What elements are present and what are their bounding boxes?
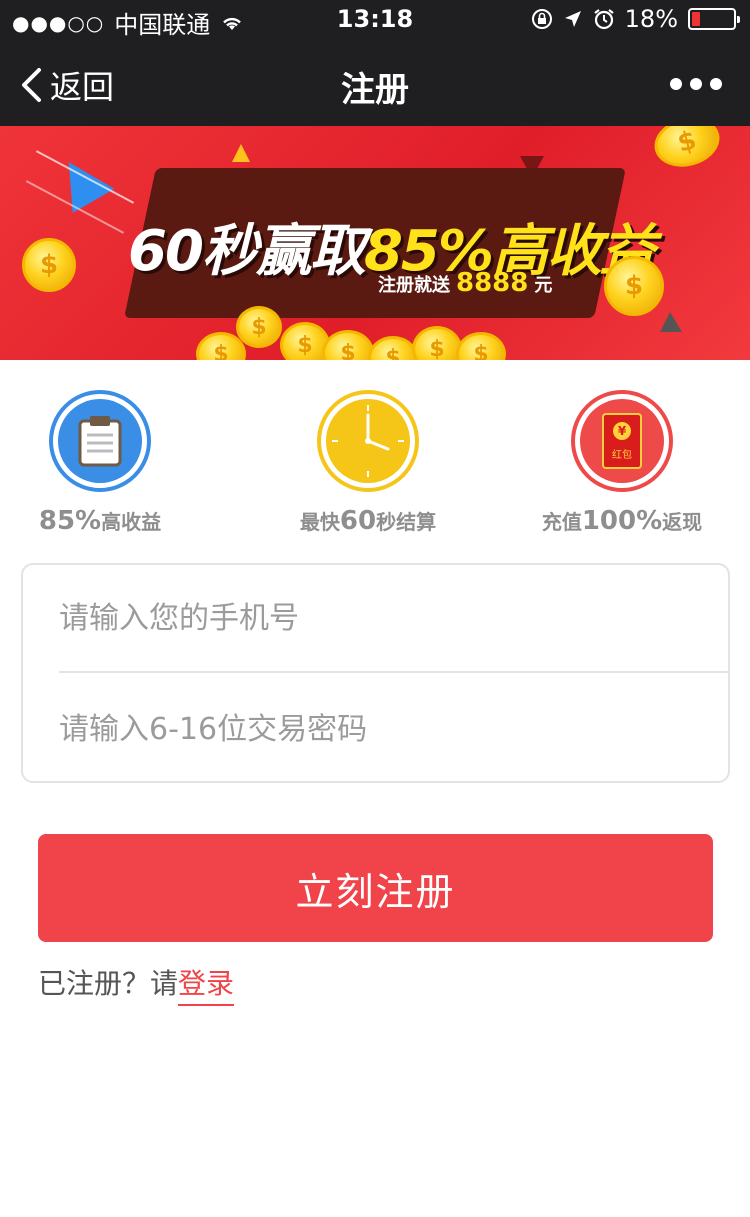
feature-high-yield: 85%高收益 [0,380,200,536]
banner-sub-prefix: 注册就送 [378,275,450,296]
more-button[interactable] [670,78,722,90]
decor-triangle-gray [660,312,682,332]
banner-sub-amount: 8888 [456,268,529,298]
alarm-icon [593,9,614,30]
status-bar: ●●●○○ 中国联通 13:18 18% [0,0,750,40]
login-hint-prefix: 已注册？请 [38,967,179,1000]
phone-row [59,565,728,673]
promo-banner[interactable]: 60秒赢取85%高收益 注册就送 8888 元 $ $ $ $ $ $ $ $ $ … [0,126,750,360]
coin-icon: $ [22,238,76,292]
password-input[interactable] [59,675,728,783]
clock-icon [326,399,410,483]
feature-ring: ¥ 红包 [571,390,673,492]
headline-white-text: 60秒赢取 [128,219,366,284]
feature-cashback: ¥ 红包 充值100%返现 [522,380,722,536]
register-form [21,563,730,783]
orientation-lock-icon [531,9,552,29]
nav-bar: 返回 注册 [0,40,750,126]
feature-ring [317,390,419,492]
banner-subtitle: 注册就送 8888 元 [378,268,552,298]
phone-input[interactable] [59,565,728,671]
coin-icon: $ [236,306,282,348]
decor-triangle-yellow [232,144,250,162]
coin-icon: $ [322,330,374,360]
more-dot-icon [670,78,682,90]
login-link[interactable]: 登录 [178,967,235,1006]
coin-icon: $ [412,326,462,360]
more-dot-icon [690,78,702,90]
feature-label: 最快60秒结算 [299,506,437,536]
battery-percent: 18% [624,5,678,33]
password-row [59,675,728,783]
coin-icon: $ [648,126,726,174]
coin-icon: $ [456,332,506,360]
feature-ring [49,390,151,492]
page-title: 注册 [341,70,409,110]
coin-icon: $ [368,336,418,360]
more-dot-icon [710,78,722,90]
coin-icon: $ [604,256,664,316]
feature-fast-settle: 最快60秒结算 [268,380,468,536]
feature-list: 85%高收益 最快60秒结算 ¥ 红包 充值100%返现 [0,380,750,540]
banner-sub-unit: 元 [534,275,553,296]
register-button[interactable]: 立刻注册 [38,834,713,942]
clipboard-icon [58,399,142,483]
feature-label: 充值100%返现 [541,506,703,536]
location-icon [564,11,581,27]
decor-triangle-blue [49,149,115,213]
battery-icon [688,8,740,30]
red-packet-icon: ¥ 红包 [580,399,664,483]
feature-label: 85%高收益 [38,506,162,536]
login-hint: 已注册？请登录 [38,962,235,1006]
